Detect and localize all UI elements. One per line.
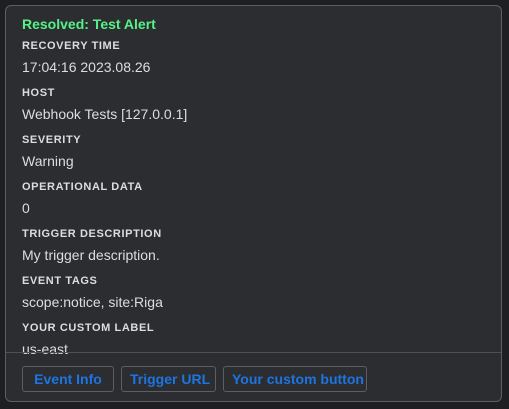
field-label: EVENT TAGS [22, 275, 98, 287]
buttons-divider [6, 352, 501, 353]
field-host: HOST Webhook Tests [127.0.0.1] [22, 86, 485, 130]
field-custom-label: YOUR CUSTOM LABEL us-east [22, 321, 485, 365]
trigger-url-button[interactable]: Trigger URL [121, 366, 216, 392]
field-label: SEVERITY [22, 134, 82, 146]
field-label: HOST [22, 87, 55, 99]
field-value: Warning [22, 153, 74, 169]
field-severity: SEVERITY Warning [22, 133, 485, 177]
field-value: us-east [22, 341, 68, 357]
field-event-tags: EVENT TAGS scope:notice, site:Riga [22, 274, 485, 318]
field-value: 17:04:16 2023.08.26 [22, 59, 151, 75]
field-operational-data: OPERATIONAL DATA 0 [22, 180, 485, 224]
field-label: YOUR CUSTOM LABEL [22, 322, 155, 334]
embed-content: Resolved: Test Alert RECOVERY TIME 17:04… [22, 15, 485, 365]
field-value: 0 [22, 200, 30, 216]
field-value: scope:notice, site:Riga [22, 294, 163, 310]
action-buttons: Event Info Trigger URL Your custom butto… [22, 366, 367, 392]
field-value: My trigger description. [22, 247, 160, 263]
field-label: RECOVERY TIME [22, 40, 121, 52]
field-trigger-description: TRIGGER DESCRIPTION My trigger descripti… [22, 227, 485, 271]
field-label: TRIGGER DESCRIPTION [22, 228, 162, 240]
field-label: OPERATIONAL DATA [22, 181, 143, 193]
field-value: Webhook Tests [127.0.0.1] [22, 106, 188, 122]
embed-title: Resolved: Test Alert [22, 16, 156, 32]
event-info-button[interactable]: Event Info [22, 366, 114, 392]
field-recovery-time: RECOVERY TIME 17:04:16 2023.08.26 [22, 39, 485, 83]
alert-embed-card: Resolved: Test Alert RECOVERY TIME 17:04… [5, 5, 502, 402]
custom-button[interactable]: Your custom button [223, 366, 367, 392]
